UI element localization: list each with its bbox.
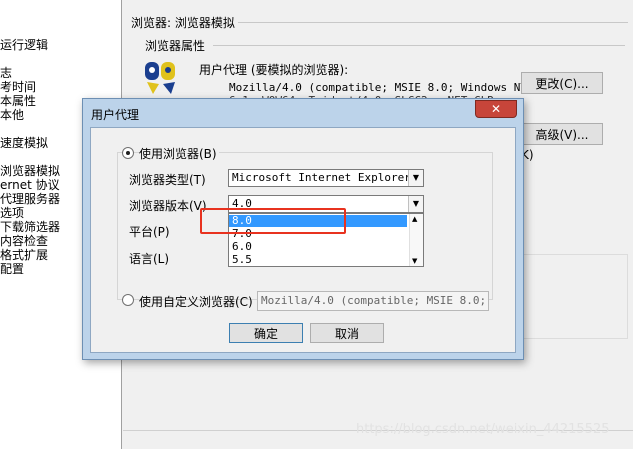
user-agent-value: Mozilla/4.0 (compatible; MSIE 8.0; Windo…	[229, 81, 528, 94]
custom-browser-input[interactable]: Mozilla/4.0 (compatible; MSIE 8.0; Win	[257, 291, 489, 311]
close-icon: ✕	[490, 102, 502, 116]
tree-item[interactable]: 考时间	[0, 80, 36, 94]
tree-item[interactable]: 格式扩展	[0, 248, 48, 262]
tree-item[interactable]: 本属性	[0, 94, 36, 108]
version-option[interactable]: 5.5	[229, 254, 407, 266]
custom-browser-label: 使用自定义浏览器(C)	[139, 295, 253, 309]
cancel-button[interactable]: 取消	[310, 323, 384, 343]
custom-browser-radio[interactable]	[122, 294, 134, 306]
tree-item[interactable]: 下载筛选器	[0, 220, 60, 234]
language-label: 语言(L)	[129, 252, 170, 266]
section-title: 浏览器: 浏览器模拟	[131, 16, 235, 30]
tree-item[interactable]: 速度模拟	[0, 136, 48, 150]
tree-item[interactable]: 代理服务器	[0, 192, 60, 206]
scroll-down-icon[interactable]: ▼	[412, 257, 417, 265]
platform-label: 平台(P)	[129, 225, 170, 239]
use-browser-label: 使用浏览器(B)	[139, 145, 219, 162]
dropdown-arrow-icon[interactable]: ▼	[408, 170, 423, 186]
watermark-text: https://blog.csdn.net/weixin_44215525	[356, 422, 610, 437]
tree-item[interactable]: 本他	[0, 108, 24, 122]
scroll-up-icon[interactable]: ▲	[412, 215, 417, 223]
tree-item[interactable]: 浏览器模拟	[0, 164, 60, 178]
ok-button[interactable]: 确定	[229, 323, 303, 343]
user-agent-dialog: 用户代理 ✕ 使用浏览器(B) 浏览器类型(T) Microsoft Inter…	[82, 98, 524, 360]
divider	[238, 22, 628, 23]
user-agent-label: 用户代理 (要模拟的浏览器):	[199, 63, 349, 77]
browser-type-label: 浏览器类型(T)	[129, 173, 206, 187]
browser-version-label: 浏览器版本(V)	[129, 199, 207, 213]
change-button[interactable]: 更改(C)...	[521, 72, 603, 94]
advanced-button[interactable]: 高级(V)...	[521, 123, 603, 145]
divider	[213, 45, 625, 46]
dialog-titlebar[interactable]: 用户代理 ✕	[83, 99, 523, 127]
tree-item[interactable]: 选项	[0, 206, 24, 220]
highlight-annotation	[200, 208, 346, 234]
tree-item[interactable]: 内容检查	[0, 234, 48, 248]
dialog-title: 用户代理	[91, 108, 140, 122]
dropdown-arrow-icon[interactable]: ▼	[408, 196, 423, 212]
tree-item[interactable]: 志	[0, 66, 12, 80]
options-groupbox	[523, 254, 628, 339]
list-scrollbar[interactable]: ▲ ▼	[409, 214, 423, 266]
use-browser-radio[interactable]	[122, 147, 134, 159]
browser-mask-icon	[143, 60, 179, 96]
tree-item[interactable]: ernet 协议	[0, 178, 60, 192]
browser-type-select[interactable]: Microsoft Internet Explorer ▼	[228, 169, 424, 187]
close-button[interactable]: ✕	[475, 100, 517, 118]
browser-type-value: Microsoft Internet Explorer	[232, 171, 411, 184]
dialog-body: 使用浏览器(B) 浏览器类型(T) Microsoft Internet Exp…	[90, 127, 516, 353]
group-label: 浏览器属性	[145, 39, 206, 53]
tree-item[interactable]: 配置	[0, 262, 24, 276]
tree-item[interactable]: 运行逻辑	[0, 38, 48, 52]
version-option[interactable]: 6.0	[229, 241, 407, 253]
